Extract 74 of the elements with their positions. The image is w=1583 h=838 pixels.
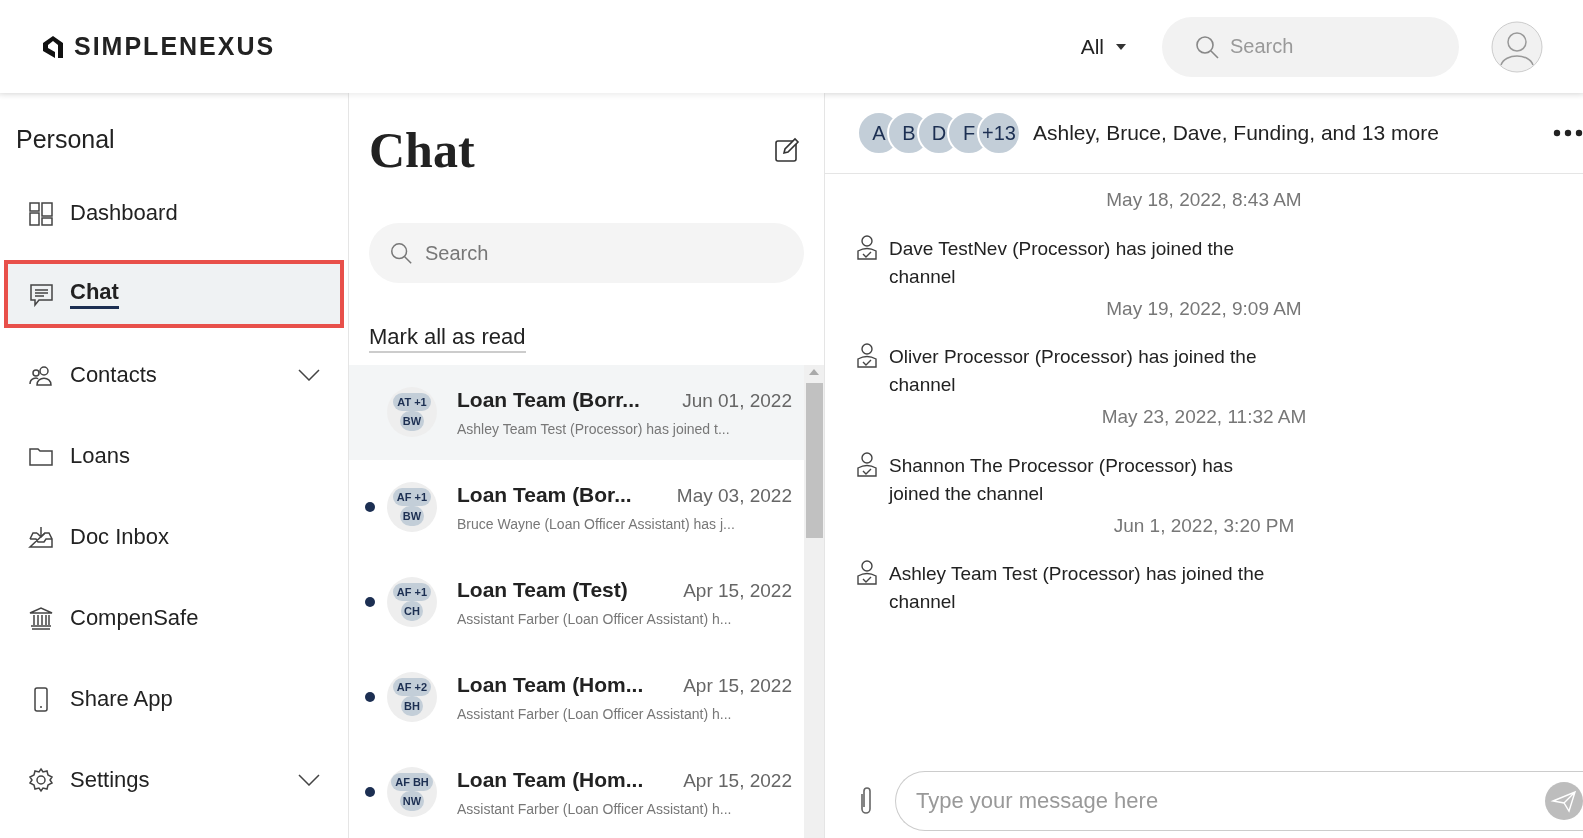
sidebar-heading: Personal [15,124,116,155]
avatar-initials: AF +2 [392,678,432,696]
sidebar-item[interactable]: Doc Inbox [4,502,344,571]
sidebar-item[interactable]: Chat [4,259,344,328]
message-timestamp: May 18, 2022, 8:43 AM [1106,188,1302,212]
logo-icon [40,33,66,60]
avatar-initials: CH [401,601,423,621]
avatar-initials: BW [399,411,425,431]
conversation-title: Loan Team (Hom... [457,766,644,793]
caret-icon [1116,43,1126,50]
conversation-date: May 03, 2022 [676,483,792,508]
person-check-icon [857,343,877,369]
conversation-item[interactable]: AT +1 BW Loan Team (Borr... Jun 01, 2022 Ashley Team Test (Processor) has joined t... [349,364,804,460]
member-avatar: +13 [977,111,1021,155]
avatar-initials: NW [399,791,425,811]
message-timestamp: Jun 1, 2022, 3:20 PM [1113,513,1295,538]
avatar-initials: BH [401,696,423,716]
conversation-item[interactable]: AF +1 CH Loan Team (Test) Apr 15, 2022 Assistant Farber (Loan Officer Assistant) h... [349,554,804,650]
search-field[interactable]: Search [1162,16,1459,77]
settings-icon [28,766,54,793]
bank-icon [28,604,54,631]
conversation-preview: Ashley Team Test (Processor) has joined t... [457,420,731,440]
conversation-preview: Assistant Farber (Loan Officer Assistant) h... [457,705,733,725]
system-message: Oliver Processor (Processor) has joined the channel [889,345,1258,397]
chat-search-field[interactable]: Search [369,223,804,283]
avatar-initials: AF +1 [392,583,432,601]
conversation-date: Apr 15, 2022 [683,578,792,603]
conversation-item[interactable]: AF +1 BW Loan Team (Bor... May 03, 2022 Bruce Wayne (Loan Officer Assistant) has j... [349,459,804,555]
sidebar-item[interactable]: CompenSafe [4,583,344,652]
message-timestamp: May 23, 2022, 11:32 AM [1101,405,1307,429]
search-icon [389,241,413,265]
avatar-initials: BW [399,506,425,526]
mark-all-read-link[interactable]: Mark all as read [369,323,526,353]
avatar-initials: AT +1 [393,393,431,411]
system-message: Dave TestNev (Processor) has joined the channel [889,236,1235,289]
person-check-icon [857,234,877,261]
send-icon[interactable] [1545,782,1583,820]
scroll-up-icon[interactable] [809,368,819,375]
conversation-date: Jun 01, 2022 [682,388,792,413]
conversation-title: Loan Team (Bor... [457,481,632,508]
conversation-title: Loan Team (Borr... [457,386,640,413]
conversation-preview: Bruce Wayne (Loan Officer Assistant) has j... [457,515,736,535]
conversation-title: Loan Team (Hom... [457,671,644,698]
system-message: Ashley Team Test (Processor) has joined the channel [889,562,1266,614]
conversation-item[interactable]: AF +2 BH Loan Team (Hom... Apr 15, 2022 Assistant Farber (Loan Officer Assistant) h... [349,649,804,745]
sidebar-item[interactable]: Settings [4,745,344,814]
person-check-icon [857,451,877,478]
sidebar-item[interactable]: Dashboard [4,178,344,247]
person-check-icon [857,560,877,586]
conversation-preview: Assistant Farber (Loan Officer Assistant) h... [457,800,733,820]
conversation-date: Apr 15, 2022 [683,768,792,793]
user-avatar[interactable] [1491,20,1543,73]
conversation-members: Ashley, Bruce, Dave, Funding, and 13 more [1033,120,1440,147]
message-field[interactable]: Type your message here [895,771,1583,831]
system-message: Shannon The Processor (Processor) has joined the channel [889,453,1234,506]
avatar-initials: AF +1 [392,488,432,506]
conversation-item[interactable]: AF BH NW Loan Team (Hom... Apr 15, 2022 Assistant Farber (Loan Officer Assistant) h... [349,744,804,838]
page-title: Chat [369,125,475,175]
logo-text: SIMPLENEXUS [74,30,276,62]
scrollbar[interactable] [804,364,824,838]
sidebar-item[interactable]: Share App [4,664,344,733]
message-timestamp: May 19, 2022, 9:09 AM [1106,296,1302,321]
compose-icon[interactable] [774,137,800,163]
sidebar-item[interactable]: Contacts [4,340,344,409]
sidebar-item[interactable]: Loans [4,421,344,490]
filter-dropdown[interactable]: All [1080,30,1126,63]
conversation-title: Loan Team (Test) [457,576,628,603]
more-icon[interactable] [1553,129,1583,137]
dashboard-icon [28,199,54,226]
scrollbar-thumb[interactable] [805,382,823,538]
search-icon [1194,33,1220,60]
conversation-preview: Assistant Farber (Loan Officer Assistant) h... [457,610,733,630]
avatar-initials: AF BH [391,773,433,791]
conversation-date: Apr 15, 2022 [683,673,792,698]
